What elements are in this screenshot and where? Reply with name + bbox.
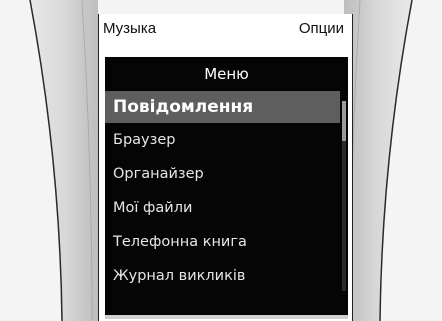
phone-screen: Музыка Опции Меню Повідомлення Браузер О… [98, 14, 353, 321]
menu-item-phonebook[interactable]: Телефонна книга [105, 225, 348, 259]
phone-frame: Музыка Опции Меню Повідомлення Браузер О… [0, 0, 442, 321]
main-menu-panel: Меню Повідомлення Браузер Органайзер Мої… [105, 57, 348, 315]
menu-title: Меню [204, 65, 249, 83]
scrollbar-thumb[interactable] [342, 101, 346, 141]
menu-item-call-log[interactable]: Журнал викликів [105, 259, 348, 293]
menu-item-organizer[interactable]: Органайзер [105, 157, 348, 191]
menu-item-browser[interactable]: Браузер [105, 123, 348, 157]
menu-list: Повідомлення Браузер Органайзер Мої файл… [105, 91, 348, 293]
menu-item-my-files[interactable]: Мої файли [105, 191, 348, 225]
softkey-bar: Музыка Опции [99, 14, 352, 42]
menu-scrollbar[interactable] [342, 101, 346, 291]
left-softkey[interactable]: Музыка [103, 20, 156, 37]
menu-item-messages[interactable]: Повідомлення [105, 91, 340, 123]
bottom-strip [105, 315, 348, 319]
right-softkey[interactable]: Опции [299, 20, 344, 37]
